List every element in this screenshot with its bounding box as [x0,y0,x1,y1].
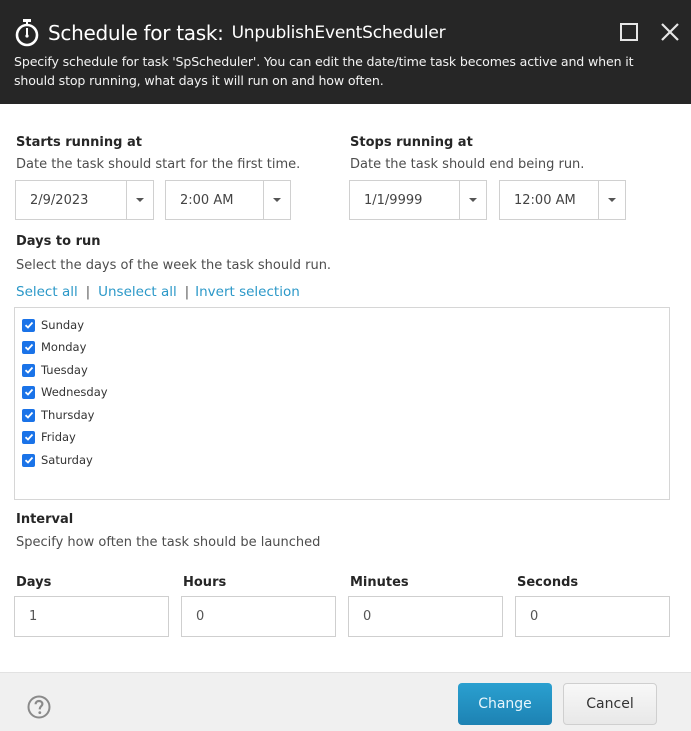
change-button[interactable]: Change [458,683,552,725]
start-time-picker[interactable]: 2:00 AM [165,180,291,220]
dialog-header: Schedule for task: UnpublishEventSchedul… [0,0,691,104]
day-item-thursday[interactable]: Thursday [22,408,94,422]
interval-title: Interval [16,512,74,527]
day-item-friday[interactable]: Friday [22,430,76,444]
day-label: Sunday [41,318,85,332]
stop-date-dropdown[interactable] [460,181,486,219]
seconds-label: Seconds [517,575,579,590]
start-date-picker[interactable]: 2/9/2023 [15,180,154,220]
close-button[interactable] [658,20,682,44]
hours-input[interactable]: 0 [181,596,336,637]
starts-title: Starts running at [16,135,142,150]
chevron-down-icon [469,198,477,202]
dialog-footer: Change Cancel [0,672,691,731]
link-separator: | [85,284,91,300]
unselect-all-link[interactable]: Unselect all [98,284,177,300]
day-item-monday[interactable]: Monday [22,340,86,354]
stop-time-value[interactable]: 12:00 AM [500,181,599,219]
minutes-input[interactable]: 0 [348,596,503,637]
interval-description: Specify how often the task should be lau… [16,535,321,550]
stopwatch-icon [14,18,42,48]
checkmark-icon [24,343,33,351]
chevron-down-icon [608,198,616,202]
day-item-saturday[interactable]: Saturday [22,453,93,467]
checkbox[interactable] [22,385,35,399]
day-item-tuesday[interactable]: Tuesday [22,363,88,377]
checkbox[interactable] [22,363,35,377]
day-item-wednesday[interactable]: Wednesday [22,385,108,399]
dialog-title: Schedule for task: UnpublishEventSchedul… [14,18,446,48]
days-label: Days [16,575,52,590]
checkbox[interactable] [22,453,35,467]
starts-description: Date the task should start for the first… [16,157,301,172]
dialog-description: Specify schedule for task 'SpScheduler'.… [14,54,634,88]
stops-description: Date the task should end being run. [350,157,585,172]
stop-date-value[interactable]: 1/1/9999 [350,181,460,219]
close-icon [661,23,679,41]
days-description: Select the days of the week the task sho… [16,258,332,273]
stops-title: Stops running at [350,135,473,150]
stop-time-dropdown[interactable] [599,181,625,219]
start-time-dropdown[interactable] [264,181,290,219]
start-date-value[interactable]: 2/9/2023 [16,181,127,219]
help-icon[interactable] [27,695,51,719]
checkmark-icon [24,366,33,374]
stop-date-picker[interactable]: 1/1/9999 [349,180,487,220]
days-list: Sunday Monday Tuesday Wednesday Thursday… [14,307,670,500]
days-title: Days to run [16,234,101,249]
minutes-label: Minutes [350,575,409,590]
checkmark-icon [24,321,33,329]
hours-label: Hours [183,575,227,590]
stop-time-picker[interactable]: 12:00 AM [499,180,626,220]
dialog-title-prefix: Schedule for task: [48,21,224,45]
day-item-sunday[interactable]: Sunday [22,318,84,332]
day-label: Saturday [41,453,93,467]
start-date-dropdown[interactable] [127,181,153,219]
checkmark-icon [24,456,33,464]
start-time-value[interactable]: 2:00 AM [166,181,264,219]
day-label: Friday [41,430,76,444]
invert-selection-link[interactable]: Invert selection [195,284,300,300]
maximize-icon [620,23,638,41]
checkmark-icon [24,388,33,396]
checkbox[interactable] [22,318,35,332]
task-name: UnpublishEventScheduler [231,23,446,43]
checkmark-icon [24,433,33,441]
checkbox[interactable] [22,430,35,444]
seconds-input[interactable]: 0 [515,596,670,637]
day-label: Thursday [41,408,95,422]
day-label: Tuesday [41,363,88,377]
chevron-down-icon [273,198,281,202]
checkbox[interactable] [22,340,35,354]
chevron-down-icon [136,198,144,202]
day-label: Wednesday [41,385,108,399]
cancel-button[interactable]: Cancel [563,683,657,725]
day-label: Monday [41,340,87,354]
maximize-button[interactable] [617,20,641,44]
selection-links: Select all | Unselect all | Invert selec… [16,284,300,300]
days-input[interactable]: 1 [14,596,169,637]
select-all-link[interactable]: Select all [16,284,78,300]
checkmark-icon [24,411,33,419]
checkbox[interactable] [22,408,35,422]
link-separator: | [184,284,190,300]
